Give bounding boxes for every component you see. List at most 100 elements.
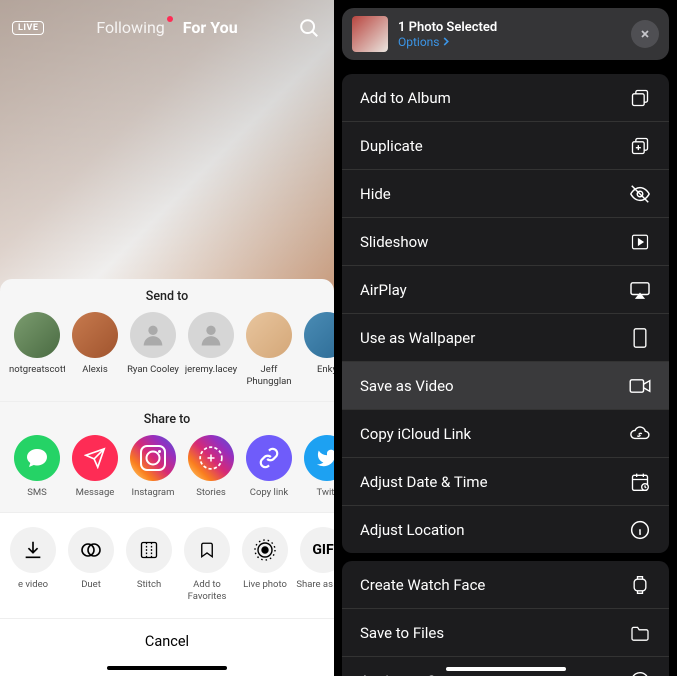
feed-tabs: Following For You [96, 18, 237, 37]
share-message[interactable]: Message [66, 435, 124, 498]
tab-following-label: Following [96, 18, 164, 37]
stories-icon [188, 435, 234, 481]
row-save-to-files[interactable]: Save to Files [342, 608, 669, 656]
row-label: Slideshow [360, 233, 428, 251]
contact-name: Ryan Cooley [127, 364, 179, 375]
slideshow-icon [629, 231, 651, 253]
row-adjust-date[interactable]: Adjust Date & Time [342, 457, 669, 505]
avatar [72, 312, 118, 358]
actions-scroll[interactable]: Add to Album Duplicate Hide Slideshow Ai… [334, 66, 677, 676]
share-targets-row[interactable]: SMS Message Instagram Stories Copy link … [0, 435, 334, 512]
row-label: Hide [360, 185, 391, 203]
share-label: SMS [27, 487, 47, 498]
row-label: AirPlay [360, 281, 407, 299]
row-slideshow[interactable]: Slideshow [342, 217, 669, 265]
row-label: Create Watch Face [360, 576, 485, 594]
action-duet[interactable]: Duet [62, 515, 120, 602]
calendar-icon [629, 471, 651, 493]
row-label: Copy iCloud Link [360, 425, 471, 443]
actions-row[interactable]: e video Duet Stitch Add to Favorites Liv… [0, 512, 334, 618]
avatar [14, 312, 60, 358]
row-hide[interactable]: Hide [342, 169, 669, 217]
action-label: Share as GIF [296, 579, 334, 590]
share-label: Copy link [250, 487, 288, 498]
album-icon [629, 87, 651, 109]
send-to-title: Send to [0, 279, 334, 312]
action-label: Add to Favorites [178, 579, 236, 602]
action-live-photo[interactable]: Live photo [236, 515, 294, 602]
share-label: Stories [196, 487, 226, 498]
message-icon [72, 435, 118, 481]
action-label: Duet [81, 579, 101, 590]
share-sheet: Send to notgreatscott Alexis Ryan Cooley… [0, 279, 334, 676]
share-label: Message [76, 487, 115, 498]
home-indicator [446, 667, 566, 671]
row-label: Duplicate [360, 137, 423, 155]
notification-dot [167, 16, 173, 22]
avatar-placeholder [130, 312, 176, 358]
row-copy-icloud[interactable]: Copy iCloud Link [342, 409, 669, 457]
action-save-video[interactable]: e video [4, 515, 62, 602]
row-label: Adjust Location [360, 521, 465, 539]
row-airplay[interactable]: AirPlay [342, 265, 669, 313]
contact-item[interactable]: jeremy.lacey [182, 312, 240, 387]
tiktok-header: LIVE Following For You [0, 18, 334, 37]
close-button[interactable] [631, 20, 659, 48]
tiktok-screen: LIVE Following For You Send to notgreats… [0, 0, 334, 676]
contact-name: Alexis [82, 364, 107, 375]
row-create-watch-face[interactable]: Create Watch Face [342, 561, 669, 608]
tab-foryou[interactable]: For You [183, 18, 238, 37]
contact-name: Enky [317, 364, 334, 375]
contact-item[interactable]: Jeff Phungglan [240, 312, 298, 387]
share-stories[interactable]: Stories [182, 435, 240, 498]
share-label: Twitt [316, 487, 334, 498]
phone-icon [629, 327, 651, 349]
action-share-gif[interactable]: GIFShare as GIF [294, 515, 334, 602]
selected-count: 1 Photo Selected [398, 20, 621, 35]
share-sheet-header: 1 Photo Selected Options [342, 8, 669, 60]
share-twitter[interactable]: Twitt [298, 435, 334, 498]
contacts-row[interactable]: notgreatscott Alexis Ryan Cooley jeremy.… [0, 312, 334, 401]
row-adjust-location[interactable]: Adjust Location [342, 505, 669, 553]
share-instagram[interactable]: Instagram [124, 435, 182, 498]
duplicate-icon [629, 135, 651, 157]
tab-following[interactable]: Following [96, 18, 164, 37]
row-duplicate[interactable]: Duplicate [342, 121, 669, 169]
avatar-placeholder [188, 312, 234, 358]
contact-name: Jeff Phungglan [241, 364, 297, 387]
actions-group-2: Create Watch Face Save to Files Assign t… [342, 561, 669, 676]
header-text: 1 Photo Selected Options [398, 20, 621, 49]
action-stitch[interactable]: Stitch [120, 515, 178, 602]
action-add-favorites[interactable]: Add to Favorites [178, 515, 236, 602]
row-assign-contact[interactable]: Assign to Contact [342, 656, 669, 676]
contact-item[interactable]: Alexis [66, 312, 124, 387]
options-button[interactable]: Options [398, 35, 621, 49]
options-label: Options [398, 35, 440, 49]
contact-item[interactable]: notgreatscott [8, 312, 66, 387]
live-photo-icon [242, 527, 288, 573]
live-badge[interactable]: LIVE [12, 21, 44, 35]
link-icon [246, 435, 292, 481]
info-icon [629, 519, 651, 541]
row-wallpaper[interactable]: Use as Wallpaper [342, 313, 669, 361]
row-label: Add to Album [360, 89, 451, 107]
avatar [304, 312, 334, 358]
contact-item[interactable]: Enky [298, 312, 334, 387]
row-save-video[interactable]: Save as Video [342, 361, 669, 409]
stitch-icon [126, 527, 172, 573]
video-icon [629, 375, 651, 397]
ios-share-sheet: 1 Photo Selected Options Add to Album Du… [334, 0, 677, 676]
hide-icon [629, 183, 651, 205]
row-label: Save to Files [360, 624, 444, 642]
twitter-icon [304, 435, 334, 481]
row-add-to-album[interactable]: Add to Album [342, 74, 669, 121]
share-copy-link[interactable]: Copy link [240, 435, 298, 498]
share-sms[interactable]: SMS [8, 435, 66, 498]
contact-item[interactable]: Ryan Cooley [124, 312, 182, 387]
download-icon [10, 527, 56, 573]
video-background [0, 0, 334, 290]
row-label: Assign to Contact [360, 672, 479, 676]
search-icon[interactable] [298, 17, 320, 39]
watch-icon [629, 574, 651, 596]
action-label: Stitch [137, 579, 161, 590]
